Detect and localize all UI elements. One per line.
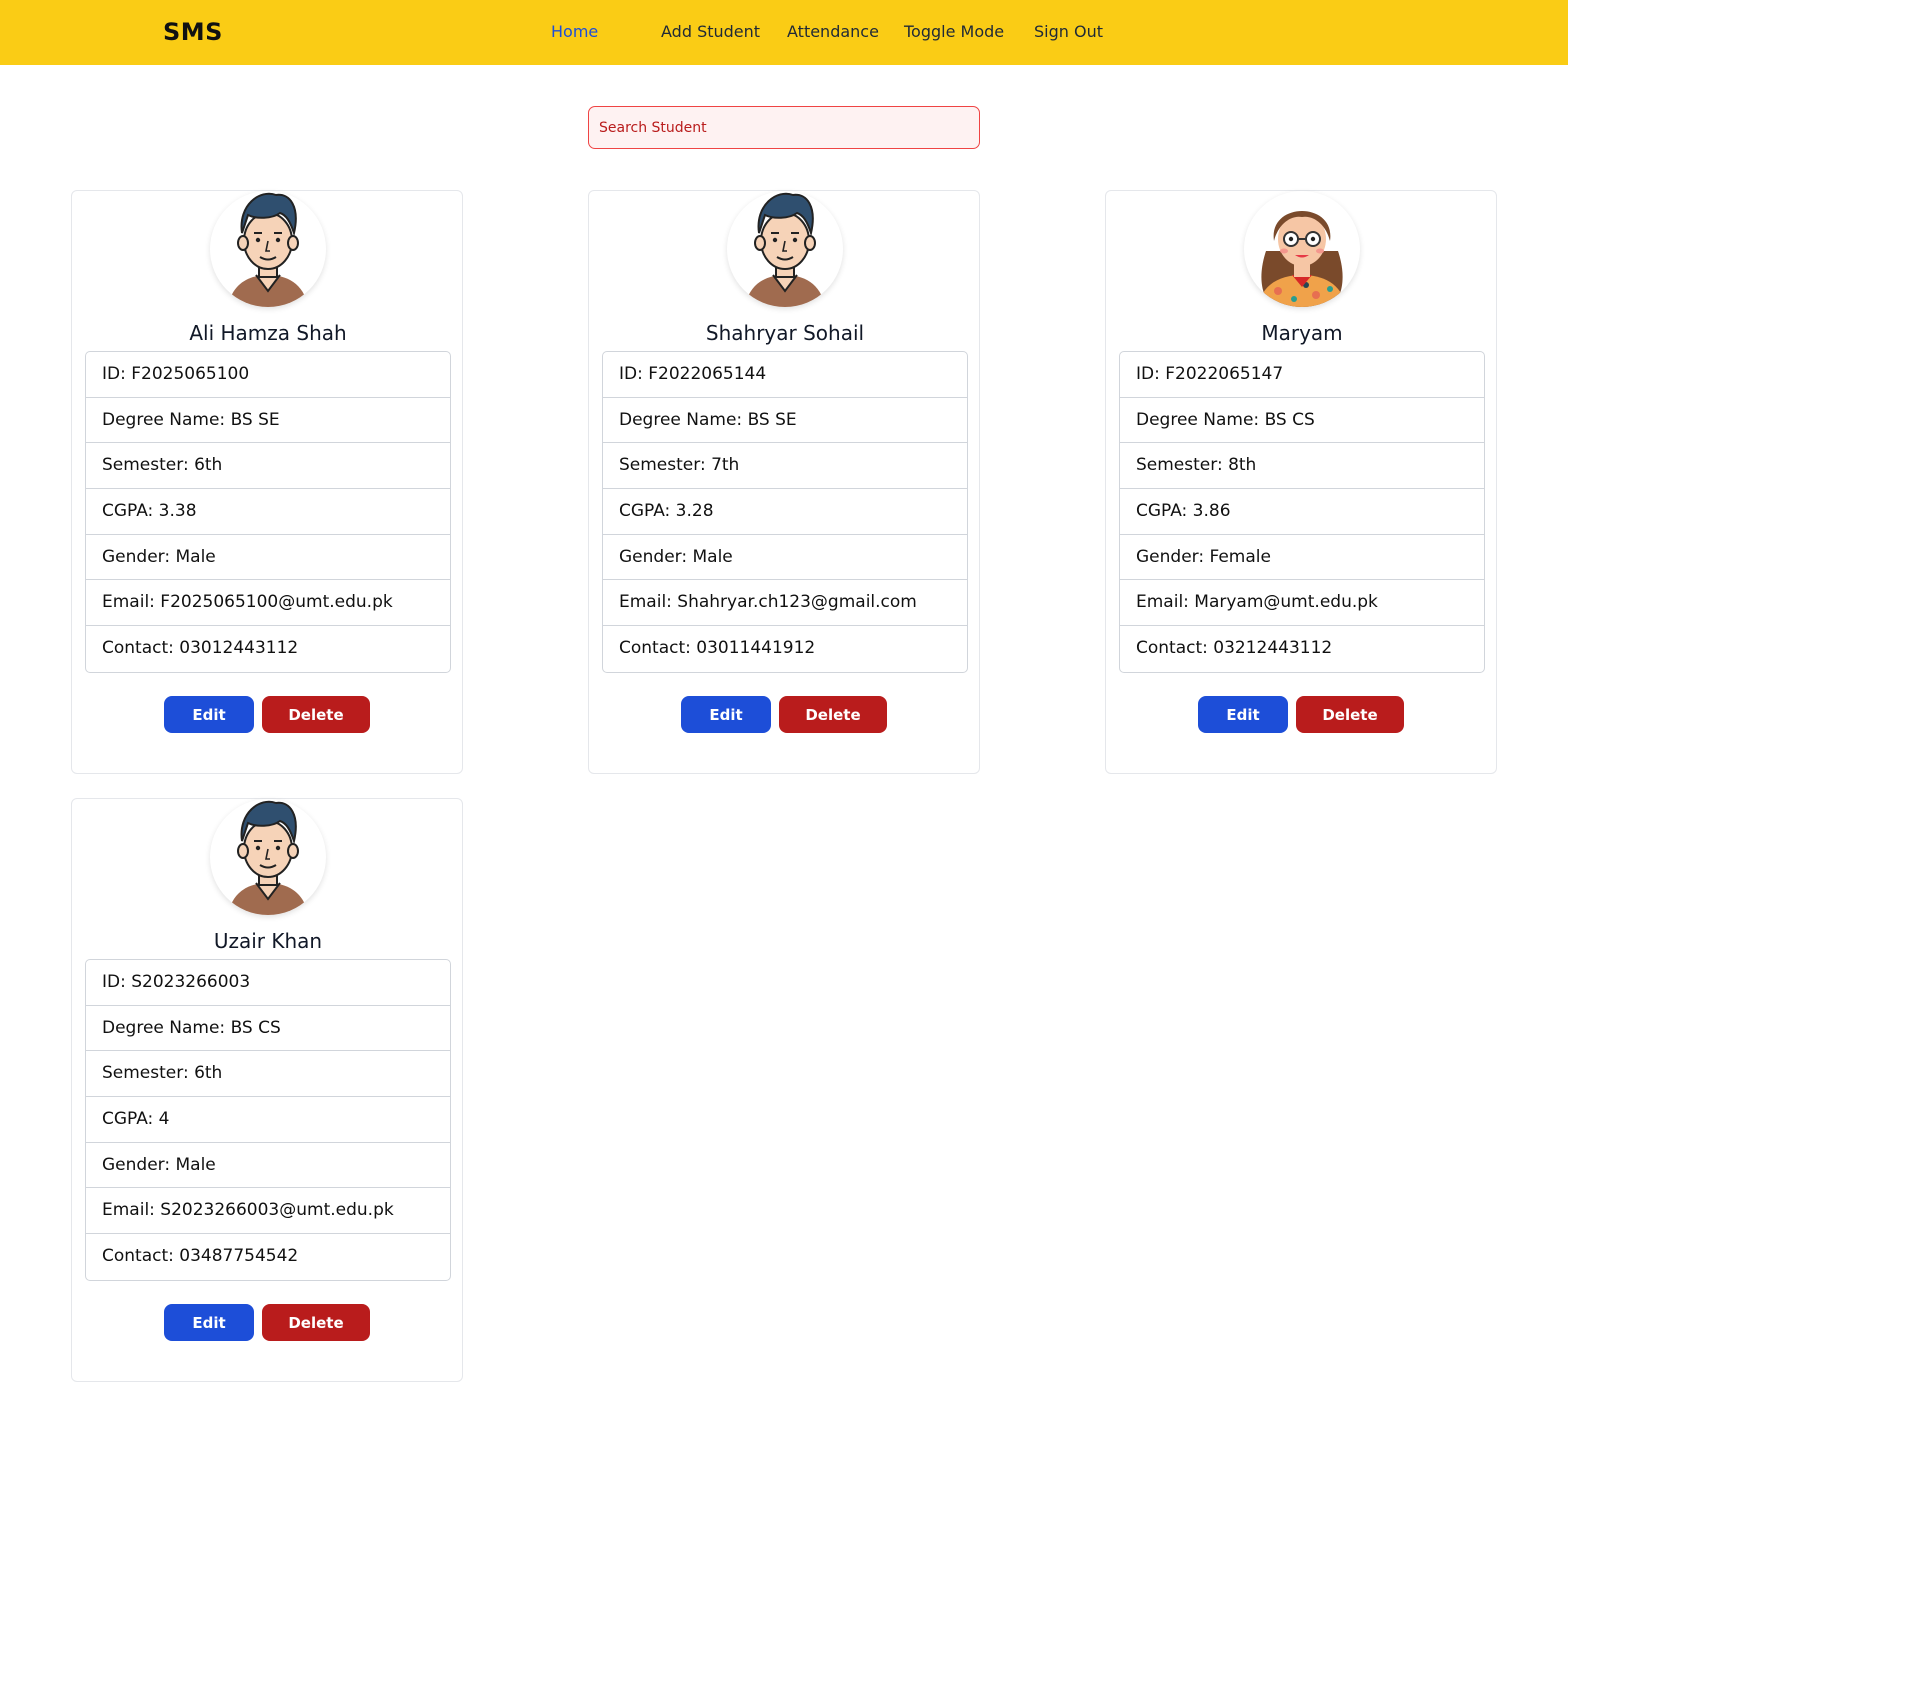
student-info-list: ID: F2022065144 Degree Name: BS SE Semes… xyxy=(602,351,968,673)
student-cgpa: CGPA: 4 xyxy=(86,1097,450,1143)
student-contact: Contact: 03212443112 xyxy=(1136,638,1333,659)
student-email: Email: S2023266003@umt.edu.pk xyxy=(86,1188,450,1235)
student-semester: Semester: 6th xyxy=(86,1051,450,1098)
student-name: Shahryar Sohail xyxy=(705,321,865,345)
student-name: Ali Hamza Shah xyxy=(189,321,347,345)
nav-link-add-student[interactable]: Add Student xyxy=(661,22,760,41)
student-semester: Semester: 6th xyxy=(86,443,450,490)
edit-button[interactable]: Edit xyxy=(1198,696,1288,733)
student-gender: Gender: Male xyxy=(86,535,450,581)
student-gender: Gender: Male xyxy=(86,1143,450,1189)
student-degree: Degree Name: BS SE xyxy=(603,398,967,444)
student-contact: Contact: 03011441912 xyxy=(619,638,816,659)
student-degree: Degree Name: BS CS xyxy=(1120,398,1484,444)
student-name: Uzair Khan xyxy=(213,929,323,953)
student-card: Uzair Khan ID: S2023266003 Degree Name: … xyxy=(71,798,463,1382)
nav-link-attendance[interactable]: Attendance xyxy=(787,22,879,41)
nav-link-toggle-mode[interactable]: Toggle Mode xyxy=(904,22,1004,41)
nav-link-sign-out[interactable]: Sign Out xyxy=(1034,22,1103,41)
edit-button[interactable]: Edit xyxy=(164,696,254,733)
student-gender: Gender: Male xyxy=(603,535,967,581)
student-name: Maryam xyxy=(1261,321,1343,345)
delete-button[interactable]: Delete xyxy=(262,696,370,733)
search-input[interactable] xyxy=(588,106,980,149)
student-card: Shahryar Sohail ID: F2022065144 Degree N… xyxy=(588,190,980,774)
student-email: Email: Shahryar.ch123@gmail.com xyxy=(603,580,967,627)
delete-button[interactable]: Delete xyxy=(779,696,887,733)
male-avatar-icon xyxy=(210,191,326,307)
student-card: Maryam ID: F2022065147 Degree Name: BS C… xyxy=(1105,190,1497,774)
male-avatar-icon xyxy=(727,191,843,307)
student-semester: Semester: 8th xyxy=(1120,443,1484,490)
navbar: SMS Home Add Student Attendance Toggle M… xyxy=(0,0,1568,65)
student-card: Ali Hamza Shah ID: F2025065100 Degree Na… xyxy=(71,190,463,774)
student-gender: Gender: Female xyxy=(1120,535,1484,581)
student-degree: Degree Name: BS CS xyxy=(86,1006,450,1052)
student-id: ID: F2022065144 xyxy=(603,352,967,398)
female-avatar-icon xyxy=(1244,191,1360,307)
student-email: Email: Maryam@umt.edu.pk xyxy=(1120,580,1484,627)
student-cgpa: CGPA: 3.86 xyxy=(1120,489,1484,535)
student-info-list: ID: F2025065100 Degree Name: BS SE Semes… xyxy=(85,351,451,673)
edit-button[interactable]: Edit xyxy=(681,696,771,733)
student-contact: Contact: 03012443112 xyxy=(102,638,299,659)
nav-link-home[interactable]: Home xyxy=(551,22,598,41)
student-semester: Semester: 7th xyxy=(603,443,967,490)
student-id: ID: F2022065147 xyxy=(1120,352,1484,398)
edit-button[interactable]: Edit xyxy=(164,1304,254,1341)
student-degree: Degree Name: BS SE xyxy=(86,398,450,444)
delete-button[interactable]: Delete xyxy=(262,1304,370,1341)
student-id: ID: F2025065100 xyxy=(86,352,450,398)
student-info-list: ID: F2022065147 Degree Name: BS CS Semes… xyxy=(1119,351,1485,673)
delete-button[interactable]: Delete xyxy=(1296,696,1404,733)
student-email: Email: F2025065100@umt.edu.pk xyxy=(86,580,450,627)
brand-logo[interactable]: SMS xyxy=(163,18,223,46)
student-contact: Contact: 03487754542 xyxy=(102,1246,299,1267)
student-cgpa: CGPA: 3.38 xyxy=(86,489,450,535)
student-cgpa: CGPA: 3.28 xyxy=(603,489,967,535)
student-info-list: ID: S2023266003 Degree Name: BS CS Semes… xyxy=(85,959,451,1281)
student-id: ID: S2023266003 xyxy=(86,960,450,1006)
male-avatar-icon xyxy=(210,799,326,915)
